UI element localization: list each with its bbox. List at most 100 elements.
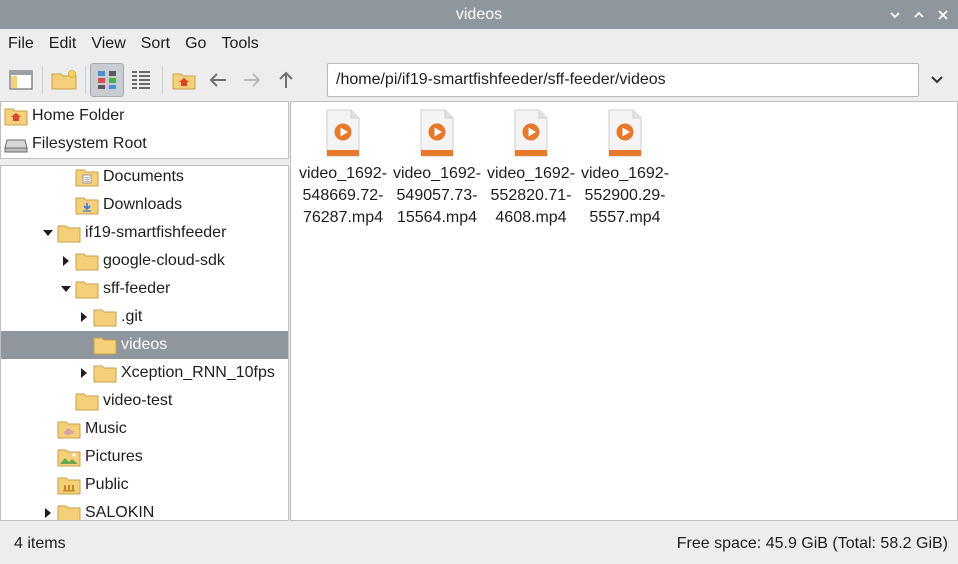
video-file-icon — [514, 109, 548, 157]
file-name-line: video_1692- — [580, 165, 670, 182]
tree-item[interactable]: Pictures — [1, 443, 288, 471]
pictures-folder-icon — [57, 449, 81, 467]
file-icon-view: video_1692- 548669.72- 76287.mp4 video_1692… — [290, 101, 958, 521]
tree-item[interactable]: Public — [1, 471, 288, 499]
drive-icon — [4, 139, 28, 153]
place-label: Filesystem Root — [32, 135, 147, 152]
file-name-line: 4608.mp4 — [495, 209, 567, 226]
folder-icon — [93, 365, 117, 383]
new-folder-button[interactable] — [47, 63, 81, 97]
file-name-line: 549057.73- — [396, 187, 478, 204]
icon-view-icon — [98, 71, 116, 89]
video-file-icon — [326, 109, 360, 157]
icon-view-button[interactable] — [90, 63, 124, 97]
tree-item[interactable]: if19-smartfishfeeder — [1, 219, 288, 247]
back-button[interactable] — [201, 63, 235, 97]
tree-item[interactable]: Music — [1, 415, 288, 443]
video-file-icon — [608, 109, 642, 157]
title-bar[interactable]: videos — [0, 0, 958, 29]
chevron-up-icon — [914, 11, 924, 18]
tree-item-label: videos — [121, 336, 168, 353]
chevron-down-icon — [890, 11, 900, 18]
window-title: videos — [455, 6, 503, 23]
expander-closed-icon[interactable] — [41, 506, 55, 520]
file-item[interactable]: video_1692- 548669.72- 76287.mp4 — [298, 108, 388, 229]
home-folder-icon — [4, 108, 28, 126]
file-item[interactable]: video_1692- 549057.73- 15564.mp4 — [392, 108, 482, 229]
menu-bar: File Edit View Sort Go Tools — [0, 29, 958, 59]
directory-tree: Documents Downloads if19-smartfishfeeder go… — [0, 165, 289, 521]
arrow-left-icon — [209, 73, 226, 87]
folder-icon — [93, 337, 117, 355]
expander-open-icon[interactable] — [59, 282, 73, 296]
tree-item[interactable]: sff-feeder — [1, 275, 288, 303]
path-input[interactable]: /home/pi/if19-smartfishfeeder/sff-feeder… — [327, 63, 919, 97]
up-button[interactable] — [269, 63, 303, 97]
menu-file[interactable]: File — [8, 35, 41, 53]
tree-item[interactable]: google-cloud-sdk — [1, 247, 288, 275]
tree-item-label: Pictures — [85, 448, 143, 465]
forward-button[interactable] — [235, 63, 269, 97]
tree-item-label: Documents — [103, 168, 184, 185]
expander-closed-icon[interactable] — [77, 310, 91, 324]
arrow-up-icon — [279, 71, 293, 88]
place-home-folder[interactable]: Home Folder — [1, 102, 288, 130]
file-name-line: video_1692- — [486, 165, 576, 182]
music-folder-icon — [57, 421, 81, 439]
close-icon — [938, 9, 948, 20]
place-filesystem-root[interactable]: Filesystem Root — [1, 130, 288, 158]
menu-tools[interactable]: Tools — [221, 35, 265, 53]
home-button[interactable] — [167, 63, 201, 97]
tree-item[interactable]: videos — [1, 331, 288, 359]
path-history-button[interactable] — [924, 63, 950, 97]
expander-closed-icon[interactable] — [59, 254, 73, 268]
tree-item[interactable]: SALOKIN — [1, 499, 288, 520]
file-manager-window: videos File Edit View Sort Go Tools /hom… — [0, 0, 958, 564]
file-name-line: 15564.mp4 — [396, 209, 478, 226]
file-name-line: video_1692- — [298, 165, 388, 182]
expander-closed-icon[interactable] — [77, 366, 91, 380]
tree-item[interactable]: video-test — [1, 387, 288, 415]
tree-item-label: Public — [85, 476, 129, 493]
tree-item[interactable]: Downloads — [1, 191, 288, 219]
tree-item[interactable]: .git — [1, 303, 288, 331]
close-button[interactable] — [934, 6, 952, 24]
menu-edit[interactable]: Edit — [49, 35, 84, 53]
file-name: video_1692- 552900.29- 5557.mp4 — [580, 163, 670, 229]
folder-icon — [57, 505, 81, 520]
tree-item-label: .git — [121, 308, 143, 325]
tree-item-label: if19-smartfishfeeder — [85, 224, 227, 241]
tree-item[interactable]: Documents — [1, 166, 288, 191]
file-item[interactable]: video_1692- 552900.29- 5557.mp4 — [580, 108, 670, 229]
folder-icon — [75, 393, 99, 411]
video-file-icon — [420, 109, 454, 157]
downloads-folder-icon — [75, 197, 99, 215]
new-window-button[interactable] — [4, 63, 38, 97]
menu-go[interactable]: Go — [185, 35, 213, 53]
folder-icon — [57, 225, 81, 243]
toolbar-separator — [42, 66, 43, 94]
tree-item-label: Xception_RNN_10fps — [121, 364, 275, 381]
window-controls — [886, 0, 952, 29]
file-name-line: 548669.72- — [302, 187, 384, 204]
tree-item-label: video-test — [103, 392, 173, 409]
file-item[interactable]: video_1692- 552820.71- 4608.mp4 — [486, 108, 576, 229]
menu-sort[interactable]: Sort — [141, 35, 177, 53]
list-view-button[interactable] — [124, 63, 158, 97]
menu-view[interactable]: View — [91, 35, 132, 53]
free-space: Free space: 45.9 GiB (Total: 58.2 GiB) — [676, 535, 948, 552]
minimize-button[interactable] — [886, 6, 904, 24]
place-label: Home Folder — [32, 107, 125, 124]
expander-open-icon[interactable] — [41, 226, 55, 240]
tree-item[interactable]: Xception_RNN_10fps — [1, 359, 288, 387]
toolbar: /home/pi/if19-smartfishfeeder/sff-feeder… — [0, 60, 958, 100]
maximize-button[interactable] — [910, 6, 928, 24]
folder-icon — [93, 309, 117, 327]
new-folder-icon — [51, 70, 77, 90]
file-name: video_1692- 549057.73- 15564.mp4 — [392, 163, 482, 229]
